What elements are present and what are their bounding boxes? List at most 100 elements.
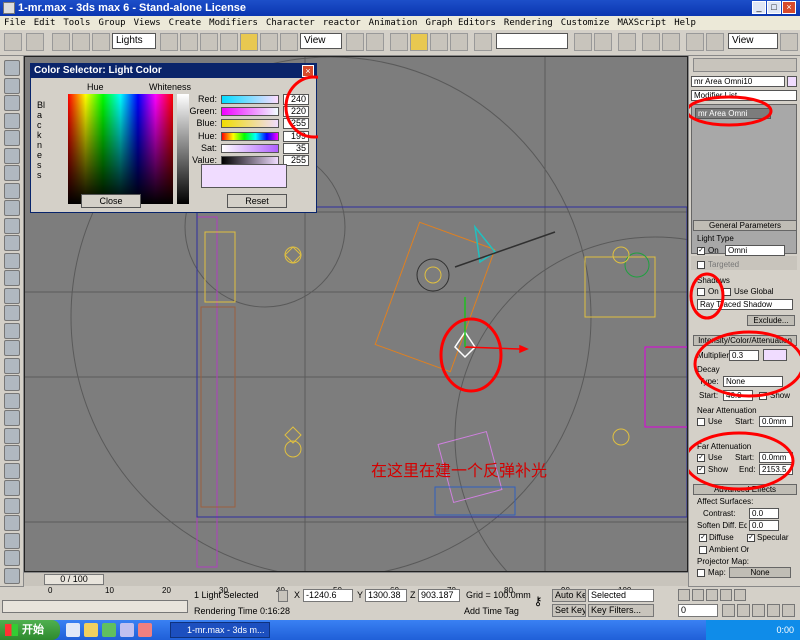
undo-icon[interactable] bbox=[4, 33, 22, 51]
pivot-center-icon[interactable] bbox=[346, 33, 364, 51]
menu-modifiers[interactable]: Modifiers bbox=[205, 16, 262, 30]
menu-reactor[interactable]: reactor bbox=[319, 16, 365, 30]
noise-icon[interactable] bbox=[4, 340, 20, 356]
menu-create[interactable]: Create bbox=[165, 16, 206, 30]
selection-filter-dropdown[interactable]: Lights bbox=[112, 33, 156, 49]
spacewarp-icon[interactable] bbox=[4, 165, 20, 181]
menu-animation[interactable]: Animation bbox=[365, 16, 422, 30]
link-icon[interactable] bbox=[52, 33, 70, 51]
menu-group[interactable]: Group bbox=[94, 16, 129, 30]
track-view-icon[interactable] bbox=[642, 33, 660, 51]
material-editor-icon[interactable] bbox=[686, 33, 704, 51]
hierarchy-icon[interactable] bbox=[4, 60, 20, 76]
time-slider-handle[interactable]: 0 / 100 bbox=[44, 574, 104, 585]
play-icon[interactable] bbox=[706, 589, 718, 601]
helper-icon[interactable] bbox=[4, 147, 20, 164]
snaps-toggle-icon[interactable] bbox=[390, 33, 408, 51]
modifier-icon[interactable] bbox=[4, 270, 20, 286]
rotate-icon[interactable] bbox=[260, 33, 278, 51]
lock-selection-icon[interactable] bbox=[278, 590, 288, 602]
menu-file[interactable]: File bbox=[0, 16, 30, 30]
z-coordinate-input[interactable]: 903.187 bbox=[418, 589, 460, 602]
reference-coordinate-dropdown[interactable]: View bbox=[300, 33, 342, 49]
go-to-start-icon[interactable] bbox=[678, 589, 690, 601]
material-icon[interactable] bbox=[4, 445, 20, 461]
select-by-name-icon[interactable] bbox=[180, 33, 198, 51]
key-filters-button[interactable]: Key Filters... bbox=[588, 604, 654, 617]
pan-icon[interactable] bbox=[767, 604, 780, 617]
menu-customize[interactable]: Customize bbox=[557, 16, 614, 30]
walkthrough-icon[interactable] bbox=[4, 515, 20, 531]
menu-views[interactable]: Views bbox=[130, 16, 165, 30]
display-icon[interactable] bbox=[4, 77, 20, 94]
key-mode-dropdown[interactable]: Selected bbox=[588, 589, 654, 602]
next-frame-icon[interactable] bbox=[720, 589, 732, 601]
spinner-snap-icon[interactable] bbox=[450, 33, 468, 51]
minimize-button[interactable]: _ bbox=[752, 1, 766, 14]
effects-icon[interactable] bbox=[4, 480, 20, 496]
maxscript-listener[interactable] bbox=[2, 600, 188, 613]
redo-icon[interactable] bbox=[26, 33, 44, 51]
menu-character[interactable]: Character bbox=[262, 16, 319, 30]
quick-render-icon[interactable] bbox=[780, 33, 798, 51]
quicklaunch-icon-2[interactable] bbox=[120, 623, 134, 637]
named-selection-sets-dropdown[interactable] bbox=[496, 33, 568, 49]
render-type-dropdown[interactable]: View bbox=[728, 33, 778, 49]
taskbar-item-3dsmax[interactable]: 1-mr.max - 3ds m... bbox=[170, 622, 270, 638]
environment-icon[interactable] bbox=[4, 462, 20, 479]
named-selection-icon[interactable] bbox=[474, 33, 492, 51]
camera-icon[interactable] bbox=[4, 130, 20, 146]
zoom-extents-icon[interactable] bbox=[752, 604, 765, 617]
systems-icon[interactable] bbox=[4, 182, 20, 199]
go-to-end-icon[interactable] bbox=[734, 589, 746, 601]
ripple-icon[interactable] bbox=[4, 375, 20, 391]
twist-icon[interactable] bbox=[4, 305, 20, 321]
arc-rotate-icon[interactable] bbox=[782, 604, 795, 617]
schematic-view-icon[interactable] bbox=[662, 33, 680, 51]
menu-maxscript[interactable]: MAXScript bbox=[613, 16, 670, 30]
shape-icon[interactable] bbox=[4, 217, 20, 234]
layer-manager-icon[interactable] bbox=[618, 33, 636, 51]
reactor-icon[interactable] bbox=[4, 550, 20, 566]
compound-icon[interactable] bbox=[4, 252, 20, 269]
render-icon[interactable] bbox=[4, 427, 20, 444]
auto-key-button[interactable]: Auto Key bbox=[552, 589, 586, 602]
time-slider[interactable]: 0 / 100 bbox=[24, 572, 688, 586]
taper-icon[interactable] bbox=[4, 322, 20, 339]
window-crossing-icon[interactable] bbox=[220, 33, 238, 51]
lattice-icon[interactable] bbox=[4, 392, 20, 409]
manipulate-icon[interactable] bbox=[366, 33, 384, 51]
utilities-icon[interactable] bbox=[4, 95, 20, 111]
app-icon[interactable] bbox=[3, 2, 15, 14]
prev-frame-icon[interactable] bbox=[692, 589, 704, 601]
move-icon[interactable] bbox=[240, 33, 258, 51]
set-key-button[interactable]: Set Key bbox=[552, 604, 586, 617]
menu-edit[interactable]: Edit bbox=[30, 16, 60, 30]
x-coordinate-input[interactable]: -1240.6 bbox=[303, 589, 353, 602]
schematic-icon[interactable] bbox=[4, 567, 20, 584]
zoom-all-icon[interactable] bbox=[737, 604, 750, 617]
maximize-button[interactable]: □ bbox=[767, 1, 781, 14]
align-icon[interactable] bbox=[594, 33, 612, 51]
scale-icon[interactable] bbox=[280, 33, 298, 51]
quicklaunch-icon-3[interactable] bbox=[138, 623, 152, 637]
menu-rendering[interactable]: Rendering bbox=[500, 16, 557, 30]
bend-icon[interactable] bbox=[4, 287, 20, 304]
y-coordinate-input[interactable]: 1300.38 bbox=[365, 589, 407, 602]
ie-icon[interactable] bbox=[66, 623, 80, 637]
percent-snap-icon[interactable] bbox=[430, 33, 448, 51]
render-scene-icon[interactable] bbox=[706, 33, 724, 51]
add-time-tag[interactable]: Add Time Tag bbox=[464, 606, 519, 616]
select-object-icon[interactable] bbox=[160, 33, 178, 51]
wave-icon[interactable] bbox=[4, 357, 20, 374]
light-icon[interactable] bbox=[4, 112, 20, 129]
uvw-icon[interactable] bbox=[4, 410, 20, 426]
zoom-icon[interactable] bbox=[722, 604, 735, 617]
current-frame-input[interactable]: 0 bbox=[678, 604, 718, 617]
geometry-icon[interactable] bbox=[4, 200, 20, 216]
particle-icon[interactable] bbox=[4, 235, 20, 251]
mirror-icon[interactable] bbox=[574, 33, 592, 51]
video-post-icon[interactable] bbox=[4, 497, 20, 514]
region-select-icon[interactable] bbox=[200, 33, 218, 51]
unlink-icon[interactable] bbox=[72, 33, 90, 51]
